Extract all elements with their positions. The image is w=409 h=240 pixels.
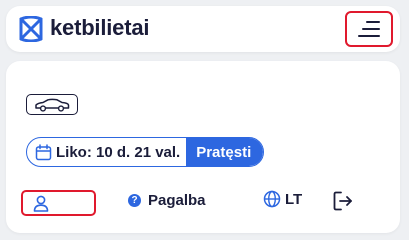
header-bar: ketbilietai <box>6 6 400 52</box>
help-link[interactable]: ? Pagalba <box>128 192 206 209</box>
user-profile-button[interactable] <box>21 190 96 216</box>
globe-icon <box>263 190 281 208</box>
question-circle-icon: ? <box>128 194 141 207</box>
parking-card: Liko: 10 d. 21 val. Pratęsti ? Pagalba L… <box>6 61 400 233</box>
extend-button[interactable]: Pratęsti <box>186 138 264 166</box>
help-label: Pagalba <box>148 192 206 209</box>
brand-name: ketbilietai <box>50 15 150 40</box>
vehicle-chip[interactable] <box>26 94 78 115</box>
car-icon <box>35 98 70 112</box>
user-icon <box>33 195 49 212</box>
ketbilietai-logo-icon <box>19 16 43 42</box>
hamburger-menu-icon <box>358 20 380 38</box>
page: ketbilietai Liko: 10 d. 21 val. Pratęsti… <box>0 0 409 233</box>
hamburger-menu-button[interactable] <box>345 11 393 47</box>
language-selector[interactable]: LT <box>263 190 302 208</box>
parking-timer-pill: Liko: 10 d. 21 val. Pratęsti <box>26 137 265 167</box>
language-label: LT <box>285 190 303 208</box>
time-left-text: Liko: 10 d. 21 val. <box>56 143 181 161</box>
logout-icon[interactable] <box>332 190 354 212</box>
calendar-icon <box>35 143 52 160</box>
